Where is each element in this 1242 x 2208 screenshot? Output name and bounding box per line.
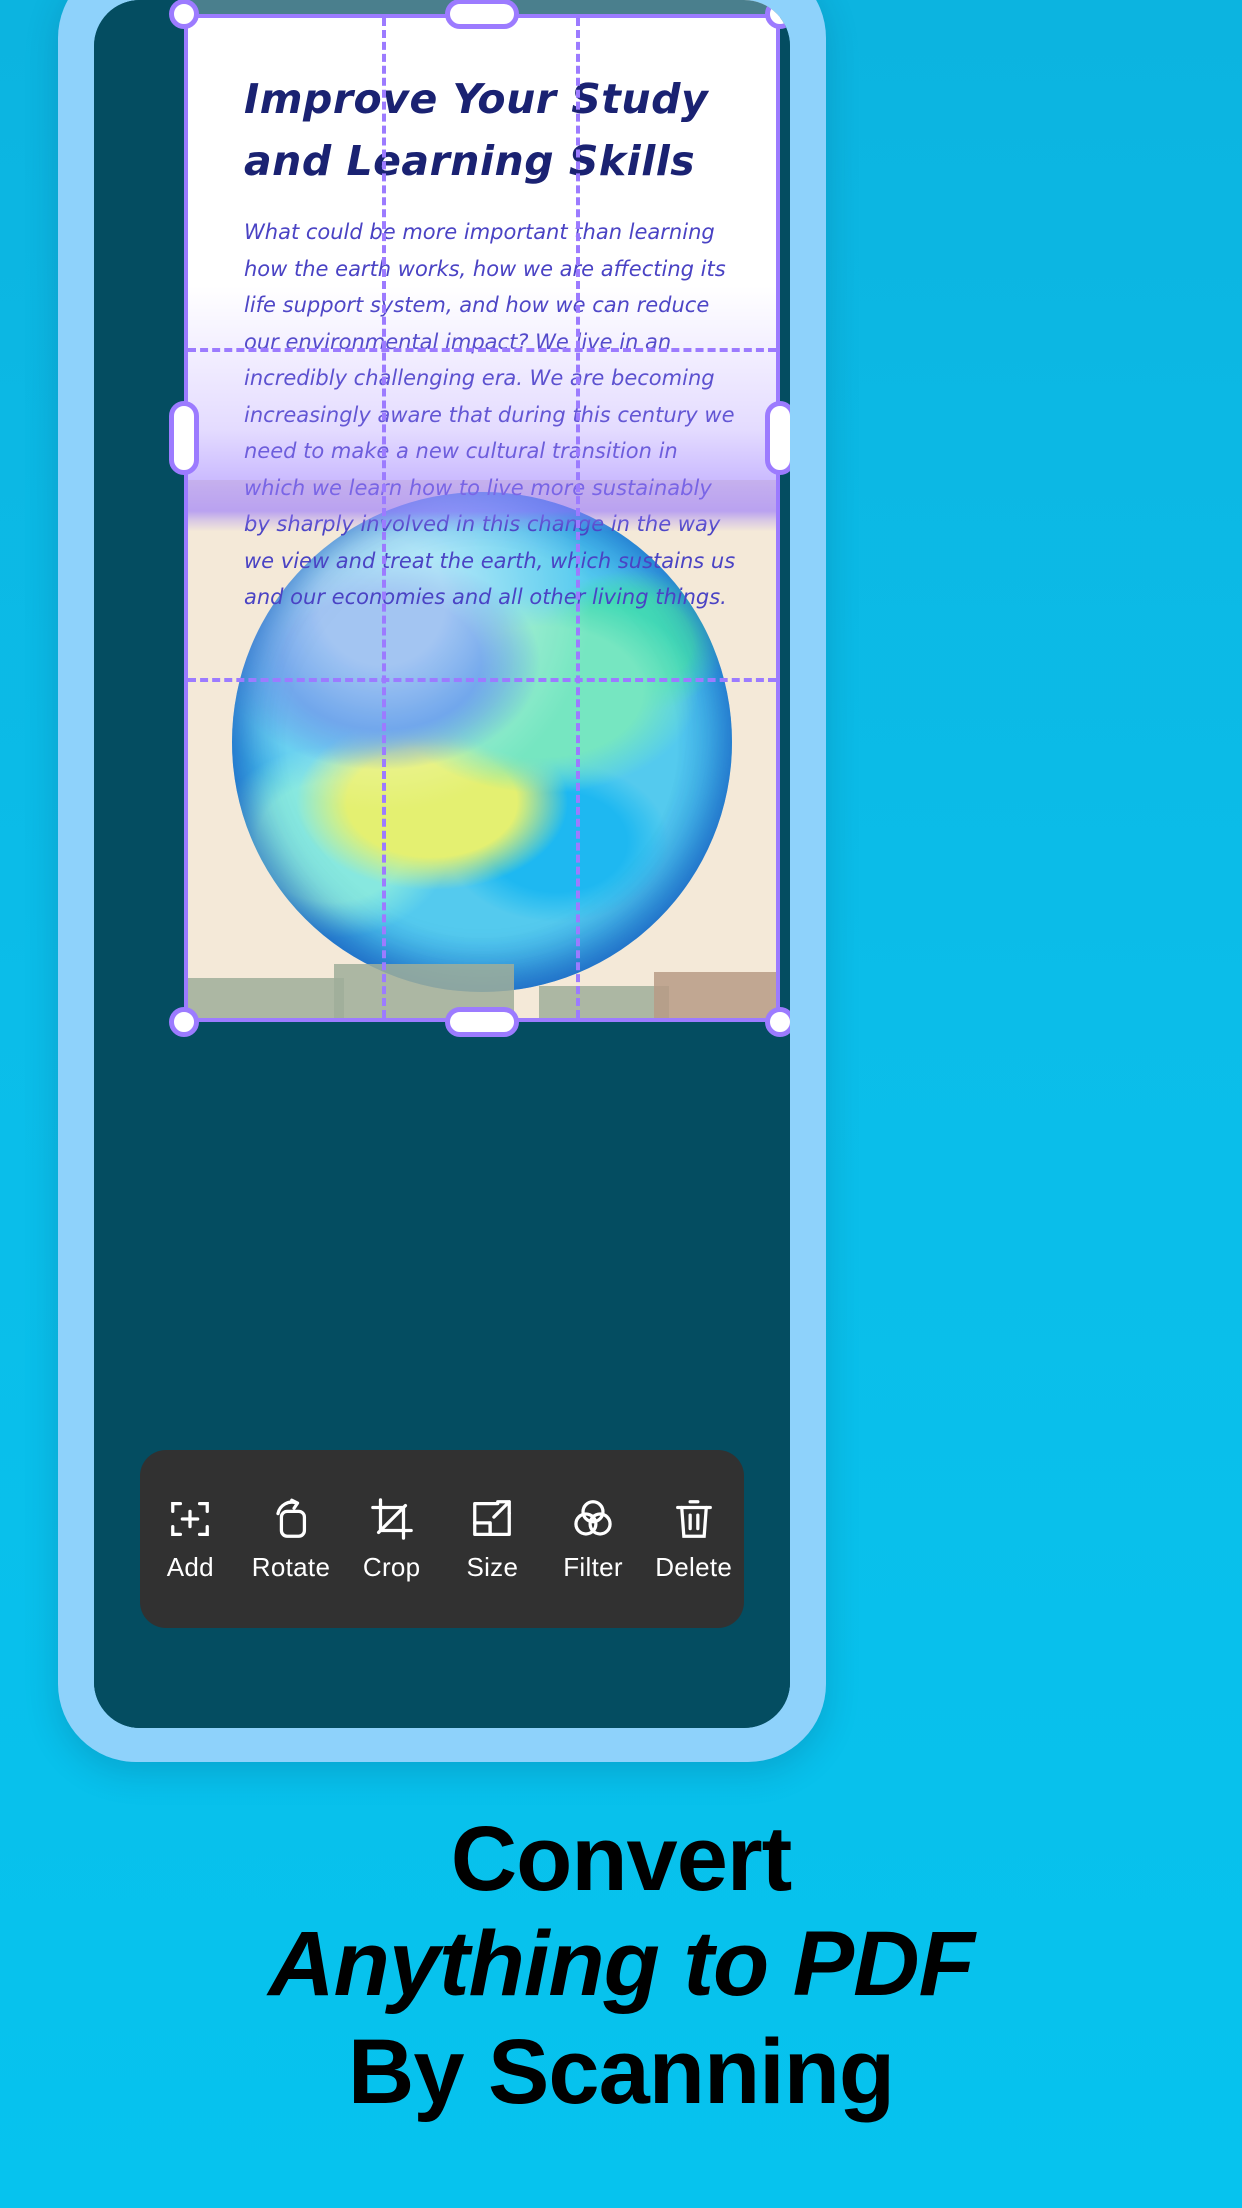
crop-handle-top-right[interactable]	[765, 0, 790, 29]
crop-selection-box[interactable]	[169, 0, 790, 1037]
crop-grid-line-horizontal	[188, 348, 776, 352]
crop-handle-left-center[interactable]	[169, 401, 199, 475]
crop-grid-line-horizontal	[188, 678, 776, 682]
toolbar-label-crop: Crop	[362, 1551, 421, 1582]
headline-line-3: By Scanning	[347, 2021, 895, 2123]
resize-icon	[473, 1499, 512, 1536]
crop-handle-top-left[interactable]	[169, 0, 199, 29]
toolbar-label-size: Size	[466, 1551, 519, 1582]
toolbar-button-delete[interactable]: Delete	[643, 1496, 744, 1583]
phone-frame: Improve Your Study and Learning Skills W…	[58, 0, 826, 1762]
headline-line-1: Convert	[450, 1808, 793, 1910]
trash-icon	[675, 1499, 712, 1538]
toolbar-label-rotate: Rotate	[251, 1551, 331, 1582]
toolbar-button-filter[interactable]: Filter	[543, 1496, 644, 1583]
add-frame-icon	[171, 1501, 210, 1536]
toolbar-button-crop[interactable]: Crop	[341, 1496, 442, 1583]
marketing-headline: Convert Anything to PDF By Scanning	[0, 1808, 1242, 2126]
crop-handle-bottom-left[interactable]	[169, 1007, 199, 1037]
toolbar-label-add: Add	[166, 1551, 214, 1582]
crop-handle-bottom-center[interactable]	[445, 1007, 519, 1037]
crop-handle-right-center[interactable]	[765, 401, 790, 475]
phone-screen: Improve Your Study and Learning Skills W…	[94, 0, 790, 1728]
rotate-icon	[276, 1498, 307, 1538]
crop-grid-line-vertical	[382, 18, 387, 1018]
toolbar-label-filter: Filter	[563, 1551, 623, 1582]
crop-handle-top-center[interactable]	[445, 0, 519, 29]
crop-grid-line-vertical	[576, 18, 581, 1018]
toolbar-button-size[interactable]: Size	[442, 1496, 543, 1583]
toolbar-button-rotate[interactable]: Rotate	[241, 1496, 342, 1583]
filter-circles-icon	[574, 1499, 612, 1536]
crop-icon	[370, 1497, 413, 1540]
crop-handle-bottom-right[interactable]	[765, 1007, 790, 1037]
toolbar-button-add[interactable]: Add	[140, 1496, 241, 1583]
editor-toolbar: Add Rotate Crop Size Filter Delete	[140, 1450, 744, 1628]
headline-line-2: Anything to PDF	[268, 1913, 975, 2015]
toolbar-label-delete: Delete	[655, 1551, 733, 1582]
